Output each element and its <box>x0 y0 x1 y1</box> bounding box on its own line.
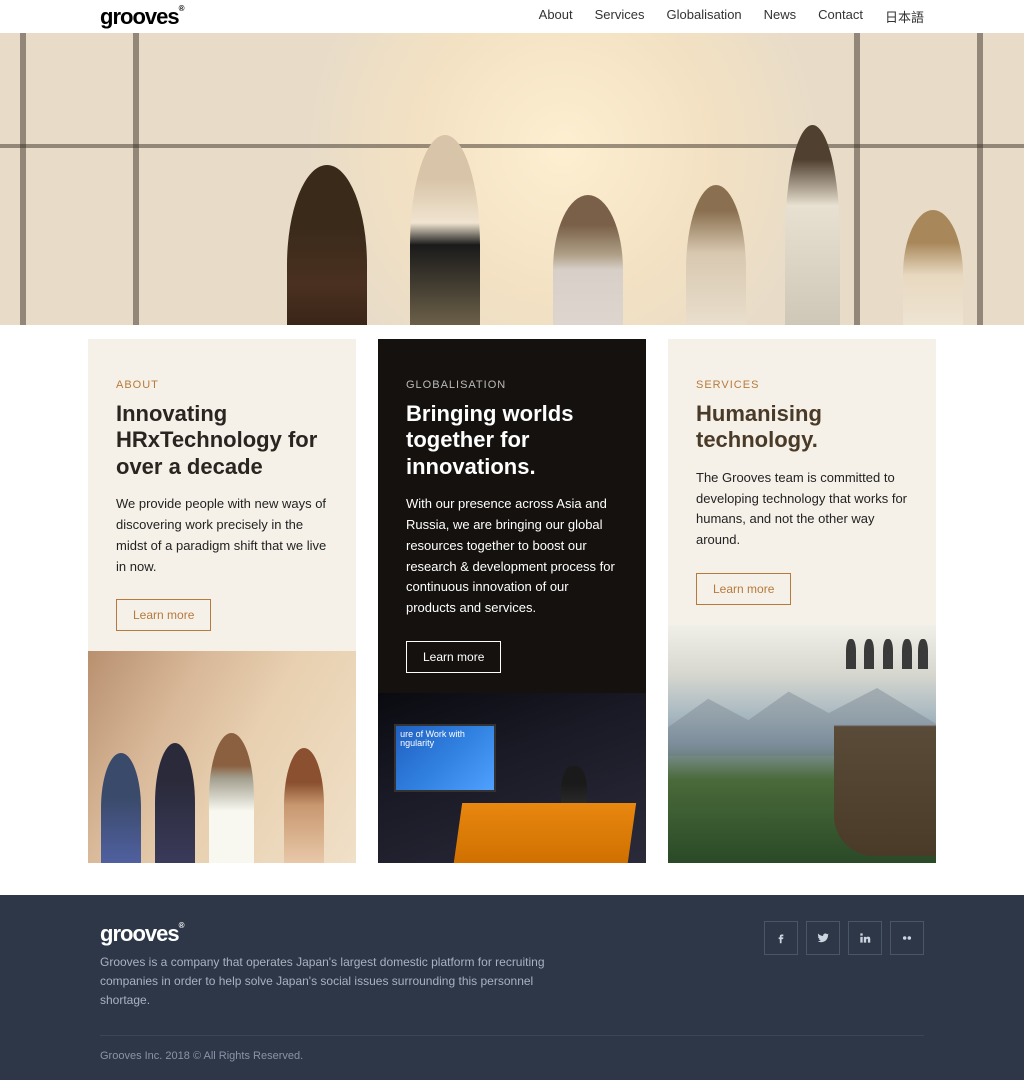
flickr-icon[interactable] <box>890 921 924 955</box>
twitter-icon[interactable] <box>806 921 840 955</box>
brand-text: grooves <box>100 4 179 29</box>
card-about-tag: ABOUT <box>116 379 328 391</box>
footer-brand-text: grooves <box>100 921 179 946</box>
card-about: ABOUT Innovating HRxTechnology for over … <box>88 339 356 863</box>
brand-logo[interactable]: grooves® <box>100 4 184 30</box>
nav-japanese[interactable]: 日本語 <box>885 7 924 26</box>
card-about-cta[interactable]: Learn more <box>116 599 211 631</box>
card-services-body: The Grooves team is committed to develop… <box>696 468 908 551</box>
footer-description: Grooves is a company that operates Japan… <box>100 953 580 1011</box>
nav-about[interactable]: About <box>539 7 573 26</box>
footer-logo[interactable]: grooves® <box>100 921 580 947</box>
card-about-body: We provide people with new ways of disco… <box>116 494 328 577</box>
linkedin-icon[interactable] <box>848 921 882 955</box>
card-services-cta[interactable]: Learn more <box>696 573 791 605</box>
site-header: grooves® About Services Globalisation Ne… <box>0 0 1024 33</box>
card-about-image <box>88 651 356 863</box>
feature-cards: ABOUT Innovating HRxTechnology for over … <box>0 325 1024 895</box>
card-services: SERVICES Humanising technology. The Groo… <box>668 339 936 863</box>
nav-services[interactable]: Services <box>595 7 645 26</box>
nav-contact[interactable]: Contact <box>818 7 863 26</box>
card-about-title: Innovating HRxTechnology for over a deca… <box>116 401 328 480</box>
site-footer: grooves® Grooves is a company that opera… <box>0 895 1024 1080</box>
card-globalisation-title: Bringing worlds together for innovations… <box>406 401 618 480</box>
social-links <box>764 921 924 955</box>
nav-news[interactable]: News <box>764 7 797 26</box>
hero-image <box>0 33 1024 325</box>
presentation-screen: ure of Work with ngularity <box>394 724 496 792</box>
main-nav: About Services Globalisation News Contac… <box>539 7 924 26</box>
card-globalisation: GLOBALISATION Bringing worlds together f… <box>378 339 646 863</box>
card-services-image <box>668 625 936 863</box>
card-globalisation-body: With our presence across Asia and Russia… <box>406 494 618 619</box>
footer-copyright: Grooves Inc. 2018 © All Rights Reserved. <box>100 1036 924 1062</box>
card-services-tag: SERVICES <box>696 379 908 391</box>
card-globalisation-cta[interactable]: Learn more <box>406 641 501 673</box>
card-globalisation-image: ure of Work with ngularity <box>378 693 646 863</box>
facebook-icon[interactable] <box>764 921 798 955</box>
nav-globalisation[interactable]: Globalisation <box>667 7 742 26</box>
card-globalisation-tag: GLOBALISATION <box>406 379 618 391</box>
card-services-title: Humanising technology. <box>696 401 908 454</box>
